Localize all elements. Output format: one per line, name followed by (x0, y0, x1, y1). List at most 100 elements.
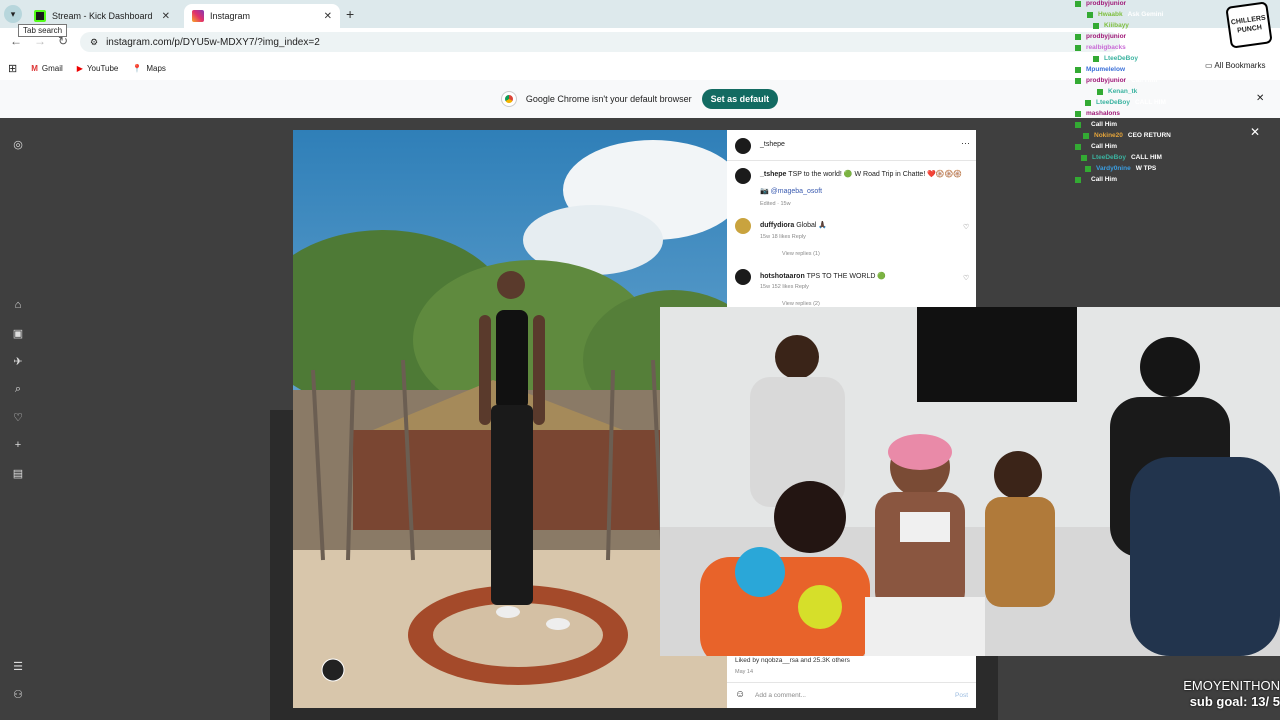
like-icon[interactable]: ♡ (963, 223, 969, 231)
comment: hotshotaaron TPS TO THE WORLD 🟢 (760, 273, 887, 280)
chat-message: mashalons (1075, 110, 1125, 117)
close-icon[interactable]: ✕ (162, 11, 170, 22)
post-comment-button[interactable]: Post (955, 692, 968, 699)
bookmark-maps[interactable]: 📍 Maps (132, 64, 166, 73)
chat-message: prodbyjunior (1075, 33, 1131, 40)
create-icon[interactable]: + (11, 439, 25, 453)
post-username[interactable]: _tshepe (760, 141, 785, 148)
subgoal-overlay: EMOYENITHON sub goal: 13/ 5 (1148, 678, 1280, 710)
site-info-icon[interactable]: ⚙ (90, 37, 98, 48)
kick-icon (34, 10, 46, 22)
chat-username[interactable]: prodbyjunior (1086, 33, 1126, 40)
chat-username[interactable]: LteeDeBoy (1096, 99, 1130, 106)
chat-text: Call Him (1091, 143, 1118, 150)
dashboard-icon[interactable]: ▤ (11, 467, 25, 481)
instagram-icon (192, 10, 204, 22)
chat-username[interactable]: LteeDeBoy (1092, 154, 1126, 161)
bookmark-youtube[interactable]: ▶ YouTube (77, 64, 119, 73)
tab-instagram[interactable]: Instagram ✕ (184, 4, 340, 28)
badge-icon (1083, 132, 1089, 139)
comment-input[interactable]: Add a comment... (755, 692, 806, 699)
marathon-title: EMOYENITHON (1183, 678, 1280, 693)
badge-icon (1075, 0, 1081, 7)
reels-icon[interactable]: ▣ (11, 327, 25, 341)
chat-message: Kiiibayy (1093, 22, 1134, 29)
chat-message: Call Him (1075, 176, 1117, 183)
set-default-button[interactable]: Set as default (701, 89, 779, 109)
view-replies-button[interactable]: View replies (1) (782, 251, 820, 257)
search-icon[interactable]: ⌕ (11, 383, 25, 397)
badge-icon (1075, 33, 1081, 40)
avatar[interactable] (735, 269, 751, 285)
bookmark-gmail[interactable]: M Gmail (31, 64, 63, 73)
more-options-icon[interactable]: ··· (961, 138, 970, 148)
notifications-icon[interactable]: ♡ (11, 411, 25, 425)
badge-icon (1093, 55, 1099, 62)
tab-label: Stream - Kick Dashboard (52, 11, 153, 21)
badge-icon (1075, 176, 1081, 183)
like-icon[interactable]: ♡ (963, 274, 969, 282)
caption-username[interactable]: _tshepe (760, 171, 786, 178)
chat-text: Call Him (1091, 121, 1118, 128)
channel-logo: CHILLERS PUNCH (1225, 1, 1273, 49)
post-date: May 14 (735, 669, 754, 675)
caption-meta: Edited · 15w (760, 201, 791, 207)
badge-icon (1085, 99, 1091, 106)
comment-username[interactable]: hotshotaaron (760, 273, 805, 280)
avatar[interactable] (735, 218, 751, 234)
chat-text: Ask Gemini (1127, 11, 1164, 18)
chat-username[interactable]: Kiiibayy (1104, 22, 1129, 29)
emoji-icon[interactable]: ☺ (735, 689, 745, 700)
chat-message: Hwaabk Ask Gemini (1087, 11, 1163, 18)
avatar[interactable] (735, 168, 751, 184)
tab-label: Instagram (210, 11, 251, 21)
comment-username[interactable]: duffydiora (760, 222, 794, 229)
comment-meta: 15w 152 likes Reply (760, 284, 809, 290)
menu-icon[interactable]: ☰ (11, 660, 25, 674)
chat-username[interactable]: Kenan_tk (1108, 88, 1137, 95)
home-icon[interactable]: ⌂ (11, 299, 25, 313)
chat-text: CALL HIM (1134, 99, 1166, 106)
close-icon[interactable]: ✕ (324, 11, 332, 22)
chat-username[interactable]: LteeDeBoy (1104, 55, 1138, 62)
maps-icon: 📍 (132, 63, 143, 73)
chat-username[interactable]: Vardy0nine (1096, 165, 1131, 172)
address-bar[interactable]: ⚙ instagram.com/p/DYU5w-MDXY7/?img_index… (80, 32, 1120, 52)
divider (727, 682, 976, 683)
new-tab-icon[interactable]: + (346, 6, 354, 22)
divider (727, 160, 976, 161)
chat-message: realbigbacks (1075, 44, 1131, 51)
chat-message: LteeDeBoy CALL HIM (1081, 154, 1162, 161)
chat-username[interactable]: prodbyjunior (1086, 0, 1126, 7)
chat-text: Call Him (1131, 77, 1158, 84)
comment: duffydiora Global 🙏🏿 (760, 222, 828, 229)
chat-username[interactable]: Hwaabk (1098, 11, 1123, 18)
chat-message: LteeDeBoy CALL HIM (1085, 99, 1166, 106)
chat-username[interactable]: Nokine20 (1094, 132, 1123, 139)
comment-meta: 15w 18 likes Reply (760, 234, 806, 240)
apps-icon[interactable]: ⊞ (8, 62, 17, 75)
avatar[interactable] (735, 138, 751, 154)
chat-username[interactable]: realbigbacks (1086, 44, 1126, 51)
youtube-icon: ▶ (76, 63, 83, 73)
badge-icon (1075, 110, 1081, 117)
meta-icon[interactable]: ⚇ (11, 688, 25, 702)
chat-message: LteeDeBoy (1093, 55, 1143, 62)
chat-username[interactable]: mashalons (1086, 110, 1120, 117)
instagram-logo-icon[interactable]: ◎ (11, 138, 25, 152)
chat-message: Mpumelelow (1075, 66, 1130, 73)
chat-text: CALL HIM (1130, 154, 1162, 161)
likes-count[interactable]: Liked by nqobza__rsa and 25.3K others (735, 657, 850, 664)
caption-mention[interactable]: 📷 @mageba_osoft (760, 187, 822, 195)
tab-search-button[interactable]: ▾ (4, 5, 22, 23)
chat-message: prodbyjunior Call Him (1075, 77, 1157, 84)
badge-icon (1093, 22, 1099, 29)
badge-icon (1075, 143, 1081, 150)
chat-username[interactable]: prodbyjunior (1086, 77, 1126, 84)
chat-username[interactable]: Mpumelelow (1086, 66, 1125, 73)
url-text: instagram.com/p/DYU5w-MDXY7/?img_index=2 (106, 36, 320, 48)
messages-icon[interactable]: ✈ (11, 355, 25, 369)
chat-message: Nokine20 CEO RETURN (1083, 132, 1171, 139)
badge-icon (1075, 44, 1081, 51)
logo-text: CHILLERS PUNCH (1230, 14, 1267, 35)
